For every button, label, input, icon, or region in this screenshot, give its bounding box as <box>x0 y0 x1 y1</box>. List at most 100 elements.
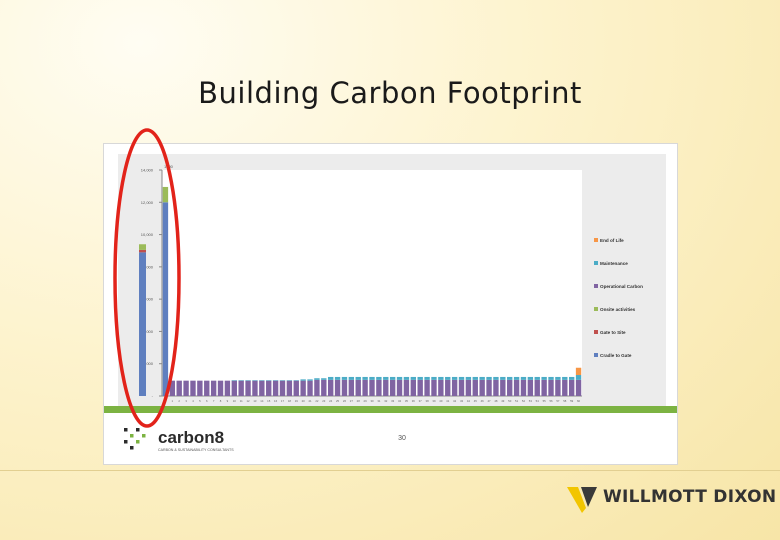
bar-segment <box>321 378 327 380</box>
bar-segment <box>383 376 389 380</box>
bar-segment <box>527 379 534 396</box>
bar-segment <box>383 379 389 396</box>
x-tick-label: 58 <box>563 399 567 403</box>
x-tick-label: 13 <box>253 399 257 403</box>
legend-label: Maintenance <box>600 261 628 266</box>
bar-segment <box>376 379 382 396</box>
legend-swatch <box>594 261 598 265</box>
x-tick-label: 46 <box>481 399 485 403</box>
legend-label: Operational Carbon <box>600 284 643 289</box>
bar-segment <box>472 379 478 396</box>
bar-segment <box>307 380 313 396</box>
legend-label: Cradle to Gate <box>600 353 632 358</box>
x-tick-label: 20 <box>302 399 306 403</box>
x-tick-label: 22 <box>315 399 319 403</box>
bar-segment <box>190 380 196 396</box>
x-tick-label: 42 <box>453 399 457 403</box>
bar-segment <box>417 379 423 396</box>
x-tick-label: 33 <box>391 399 395 403</box>
bar-segment <box>293 380 299 381</box>
x-tick-label: 45 <box>474 399 478 403</box>
bar-segment <box>396 379 403 396</box>
bar-segment <box>293 380 299 396</box>
bar-segment <box>465 376 472 380</box>
bar-segment <box>314 379 320 396</box>
plot-area <box>162 170 582 396</box>
bar-segment <box>355 379 361 396</box>
bar-segment <box>259 380 265 381</box>
y-tick-label: 10,000 <box>141 232 154 237</box>
bar-segment <box>169 380 176 396</box>
bar-segment <box>252 380 258 396</box>
bar-segment <box>458 376 465 380</box>
bar-segment <box>286 380 293 396</box>
x-tick-label: 21 <box>308 399 312 403</box>
bar-segment <box>376 376 382 380</box>
x-tick-label: 18 <box>288 399 292 403</box>
y-tick-label: 12,000 <box>141 200 154 205</box>
bar-segment <box>438 376 444 380</box>
bar-segment <box>568 379 575 396</box>
x-tick-label: 28 <box>357 399 361 403</box>
x-tick-label: 16 <box>274 399 278 403</box>
bar-segment <box>534 379 540 396</box>
bar-segment <box>410 379 416 396</box>
bar-segment <box>396 376 403 380</box>
bar-segment <box>252 380 258 381</box>
logo-dot <box>124 428 128 432</box>
bar-segment <box>231 380 237 396</box>
x-tick-label: 48 <box>494 399 498 403</box>
bar-segment <box>183 380 189 396</box>
bar-segment <box>424 376 430 380</box>
bar-segment <box>431 379 437 396</box>
bar-segment <box>348 376 355 380</box>
bar-segment <box>286 380 293 381</box>
bar-segment <box>479 379 485 396</box>
bar-segment <box>562 376 568 380</box>
bar-segment <box>562 379 568 396</box>
x-tick-label: 31 <box>377 399 381 403</box>
x-tick-label: 37 <box>419 399 423 403</box>
brand-name: WILLMOTT DIXON <box>603 487 777 507</box>
bar-segment <box>486 379 492 396</box>
footer-divider <box>0 470 780 471</box>
bar-segment <box>204 380 210 396</box>
bar-segment <box>548 379 554 396</box>
secondary-axis-tick-label: 1400 <box>164 164 174 169</box>
bar-segment <box>348 379 355 396</box>
x-tick-label: 60 <box>577 399 581 403</box>
x-tick-label: 40 <box>439 399 443 403</box>
bar-segment <box>458 379 465 396</box>
legend-swatch <box>594 353 598 357</box>
bar-segment <box>465 379 472 396</box>
bar-segment <box>507 379 513 396</box>
bar-segment <box>314 378 320 380</box>
x-tick-label: 17 <box>281 399 285 403</box>
logo-dot <box>136 440 140 444</box>
bar-segment <box>162 202 169 396</box>
bar-segment <box>224 380 231 396</box>
legend-label: Onsite activities <box>600 307 636 312</box>
x-tick-label: 41 <box>446 399 450 403</box>
bar-segment <box>389 379 396 396</box>
x-tick-label: 35 <box>405 399 409 403</box>
x-tick-label: 36 <box>412 399 416 403</box>
bar-segment <box>300 380 306 396</box>
bar-segment <box>520 379 527 396</box>
x-tick-label: 44 <box>467 399 471 403</box>
x-tick-label: 59 <box>570 399 574 403</box>
bar-segment <box>217 380 224 396</box>
bar-segment <box>334 379 341 396</box>
bar-segment <box>259 380 265 396</box>
bar-segment <box>513 376 520 380</box>
x-tick-label: 24 <box>329 399 333 403</box>
x-tick-label: 30 <box>370 399 374 403</box>
x-tick-label: 34 <box>398 399 402 403</box>
bar-segment <box>403 379 410 396</box>
carbon8-logo: carbon8CARBON & SUSTAINABILITY CONSULTAN… <box>124 428 234 452</box>
logo-dot <box>124 440 128 444</box>
bar-segment <box>272 380 279 396</box>
legend-swatch <box>594 307 598 311</box>
bar-segment <box>507 376 513 380</box>
bar-segment <box>555 376 561 380</box>
